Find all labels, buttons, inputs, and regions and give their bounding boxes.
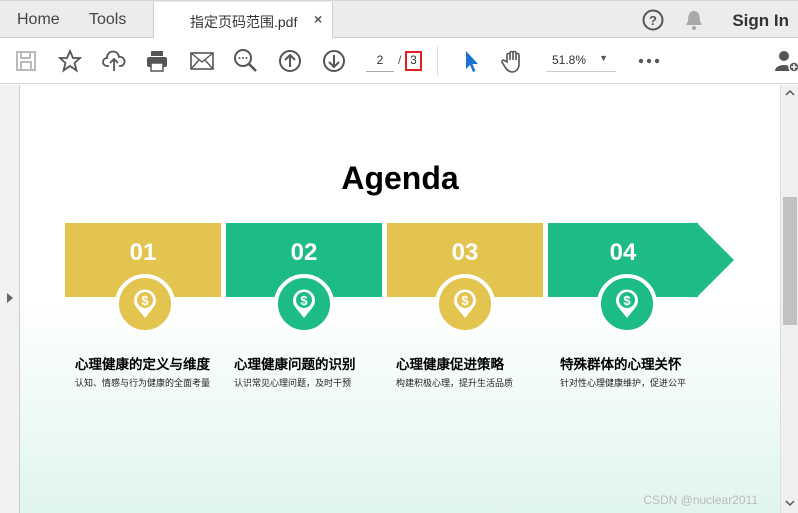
pdf-page: Agenda 01 $ 心理健康的定义与维度认知、情感与行为健康的全面考量 02 $ 心理… — [20, 85, 780, 513]
scrollbar-thumb[interactable] — [783, 197, 797, 325]
svg-text:?: ? — [649, 13, 657, 28]
notification-bell-icon[interactable] — [684, 9, 704, 31]
document-viewer: Agenda 01 $ 心理健康的定义与维度认知、情感与行为健康的全面考量 02 $ 心理… — [0, 85, 798, 513]
scroll-down-icon[interactable] — [785, 499, 795, 507]
agenda-description: 认识常见心理问题，及时干预 — [234, 378, 352, 388]
left-panel-toggle[interactable] — [0, 85, 20, 513]
print-icon[interactable] — [144, 49, 170, 73]
step-number: 02 — [290, 239, 318, 266]
location-pin-circle: $ — [597, 274, 657, 334]
dollar-pin-icon: $ — [454, 289, 476, 318]
location-pin-circle: $ — [274, 274, 334, 334]
more-options-icon[interactable] — [636, 49, 662, 73]
agenda-description: 认知、情感与行为健康的全面考量 — [75, 378, 211, 388]
agenda-description: 构建积极心理，提升生活品质 — [396, 378, 514, 388]
hand-tool-icon[interactable] — [500, 49, 526, 73]
tab-home[interactable]: Home — [17, 11, 60, 29]
step-number: 03 — [451, 239, 479, 266]
bookmark-star-icon[interactable] — [57, 49, 83, 73]
svg-text:$: $ — [300, 293, 308, 308]
agenda-heading: 特殊群体的心理关怀 — [560, 357, 682, 372]
scroll-up-icon[interactable] — [785, 89, 795, 97]
svg-text:$: $ — [141, 293, 149, 308]
current-page-input[interactable]: 2 — [366, 50, 394, 72]
vertical-scrollbar[interactable] — [780, 85, 798, 513]
slide-title: Agenda — [341, 160, 459, 196]
agenda-description: 针对性心理健康维护，促进公平 — [560, 378, 687, 388]
svg-text:$: $ — [461, 293, 469, 308]
help-icon[interactable]: ? — [642, 9, 664, 31]
expand-arrow-icon[interactable] — [6, 292, 14, 304]
tab-document[interactable]: 指定页码范围.pdf × — [153, 2, 333, 40]
agenda-heading: 心理健康促进策略 — [396, 357, 504, 372]
location-pin-circle: $ — [435, 274, 495, 334]
step-number: 01 — [129, 239, 157, 266]
dollar-pin-icon: $ — [134, 289, 156, 318]
zoom-dropdown[interactable]: 51.8% ▼ — [546, 50, 616, 72]
zoom-value: 51.8% — [552, 53, 587, 67]
agenda-heading: 心理健康的定义与维度 — [75, 357, 210, 372]
sign-in-button[interactable]: Sign In — [732, 11, 789, 31]
document-tab-label: 指定页码范围.pdf — [190, 14, 298, 30]
select-cursor-icon[interactable] — [458, 49, 484, 73]
share-user-icon[interactable] — [774, 49, 798, 73]
watermark: CSDN @nuclear2011 — [643, 493, 758, 507]
divider — [437, 46, 438, 76]
email-icon[interactable] — [189, 49, 215, 73]
agenda-heading: 心理健康问题的识别 — [234, 357, 356, 372]
save-icon[interactable] — [13, 49, 39, 73]
search-zoom-icon[interactable] — [233, 49, 259, 73]
tab-bar: Home Tools 指定页码范围.pdf × ? Sign In — [0, 0, 798, 40]
dollar-pin-icon: $ — [616, 289, 638, 318]
page-separator: / — [398, 53, 402, 67]
svg-text:$: $ — [623, 293, 631, 308]
next-page-icon[interactable] — [321, 49, 347, 73]
tab-tools[interactable]: Tools — [89, 11, 126, 29]
arrow-head — [697, 223, 734, 297]
upload-cloud-icon[interactable] — [101, 49, 127, 73]
dollar-pin-icon: $ — [293, 289, 315, 318]
location-pin-circle: $ — [115, 274, 175, 334]
total-pages: 3 — [405, 51, 422, 71]
step-number: 04 — [609, 239, 637, 266]
chevron-down-icon: ▼ — [599, 53, 608, 63]
previous-page-icon[interactable] — [277, 49, 303, 73]
close-tab-icon[interactable]: × — [314, 11, 322, 27]
